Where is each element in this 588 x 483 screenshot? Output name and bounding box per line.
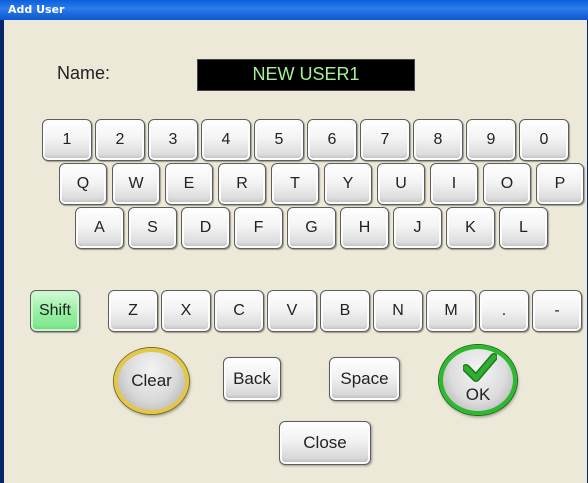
key-9[interactable]: 9 (466, 119, 516, 161)
key-label: 0 (539, 131, 549, 148)
close-button-label: Close (303, 433, 347, 452)
key-label: G (305, 219, 318, 236)
key-label: V (286, 302, 298, 319)
key-f[interactable]: F (234, 207, 283, 249)
key-e[interactable]: E (165, 163, 213, 205)
key-t[interactable]: T (271, 163, 319, 205)
key-label: 6 (327, 131, 337, 148)
key-label: 5 (274, 131, 284, 148)
key-label: N (392, 302, 404, 319)
close-button[interactable]: Close (279, 421, 371, 465)
key-label: P (554, 175, 566, 192)
shift-key[interactable]: Shift (30, 290, 80, 332)
key-k[interactable]: K (446, 207, 495, 249)
key-label: 3 (168, 131, 178, 148)
key-label: D (199, 219, 212, 236)
key-label: B (339, 302, 351, 319)
key-p[interactable]: P (536, 163, 584, 205)
space-button[interactable]: Space (329, 357, 400, 401)
key-d[interactable]: D (181, 207, 230, 249)
ok-button[interactable]: OK (439, 345, 517, 415)
name-display: NEW USER1 (197, 59, 415, 91)
key-label: 8 (433, 131, 443, 148)
key-4[interactable]: 4 (201, 119, 251, 161)
key-2[interactable]: 2 (95, 119, 145, 161)
ok-button-label: OK (465, 385, 491, 404)
key-6[interactable]: 6 (307, 119, 357, 161)
key-n[interactable]: N (373, 290, 423, 332)
clear-button[interactable]: Clear (114, 348, 189, 414)
key-label: E (183, 175, 195, 192)
back-button[interactable]: Back (223, 357, 281, 401)
key-y[interactable]: Y (324, 163, 372, 205)
title-bar: Add User (0, 0, 588, 20)
key-u[interactable]: U (377, 163, 425, 205)
space-button-label: Space (340, 369, 389, 388)
key-label: K (465, 219, 476, 236)
key-label: 2 (115, 131, 125, 148)
clear-button-label: Clear (131, 371, 172, 390)
key-8[interactable]: 8 (413, 119, 463, 161)
key-7[interactable]: 7 (360, 119, 410, 161)
key-l[interactable]: L (499, 207, 548, 249)
key-r[interactable]: R (218, 163, 266, 205)
key-5[interactable]: 5 (254, 119, 304, 161)
key-label: 4 (221, 131, 231, 148)
key-m[interactable]: M (426, 290, 476, 332)
key-label: R (236, 175, 248, 192)
back-button-label: Back (233, 369, 271, 388)
key-z[interactable]: Z (108, 290, 158, 332)
key-label: Y (342, 175, 354, 192)
key-label: C (233, 302, 245, 319)
key-s[interactable]: S (128, 207, 177, 249)
key-label: 7 (380, 131, 390, 148)
key-x[interactable]: X (161, 290, 211, 332)
key-j[interactable]: J (393, 207, 442, 249)
key-label: H (358, 219, 371, 236)
key-label: Q (76, 175, 90, 192)
key-v[interactable]: V (267, 290, 317, 332)
key-label: F (253, 219, 264, 236)
key-label: 9 (486, 131, 496, 148)
key-0[interactable]: 0 (519, 119, 569, 161)
key-b[interactable]: B (320, 290, 370, 332)
key-label: O (500, 175, 514, 192)
key-label: A (94, 219, 105, 236)
key-c[interactable]: C (214, 290, 264, 332)
key-a[interactable]: A (75, 207, 124, 249)
window-title: Add User (8, 3, 65, 16)
key-w[interactable]: W (112, 163, 160, 205)
key-label: X (180, 302, 192, 319)
key-label: M (444, 302, 458, 319)
key-label: - (554, 302, 560, 319)
key-dash[interactable]: - (532, 290, 582, 332)
key-o[interactable]: O (483, 163, 531, 205)
key-1[interactable]: 1 (42, 119, 92, 161)
key-label: Z (128, 302, 138, 319)
key-h[interactable]: H (340, 207, 389, 249)
key-g[interactable]: G (287, 207, 336, 249)
add-user-window: Add User Name: NEW USER1 1 2 3 4 5 6 7 8 9 0 Q W E R T… (0, 0, 588, 483)
key-label: Shift (38, 302, 71, 319)
key-i[interactable]: I (430, 163, 478, 205)
key-label: S (147, 219, 158, 236)
name-label: Name: (57, 63, 111, 83)
key-label: U (395, 175, 407, 192)
key-label: L (519, 219, 528, 236)
key-label: W (128, 175, 144, 192)
key-period[interactable]: . (479, 290, 529, 332)
key-label: I (451, 175, 457, 192)
key-label: . (501, 302, 507, 319)
key-3[interactable]: 3 (148, 119, 198, 161)
key-label: 1 (62, 131, 72, 148)
checkmark-icon (463, 353, 497, 382)
key-q[interactable]: Q (59, 163, 107, 205)
key-label: J (413, 219, 422, 236)
key-label: T (290, 175, 300, 192)
